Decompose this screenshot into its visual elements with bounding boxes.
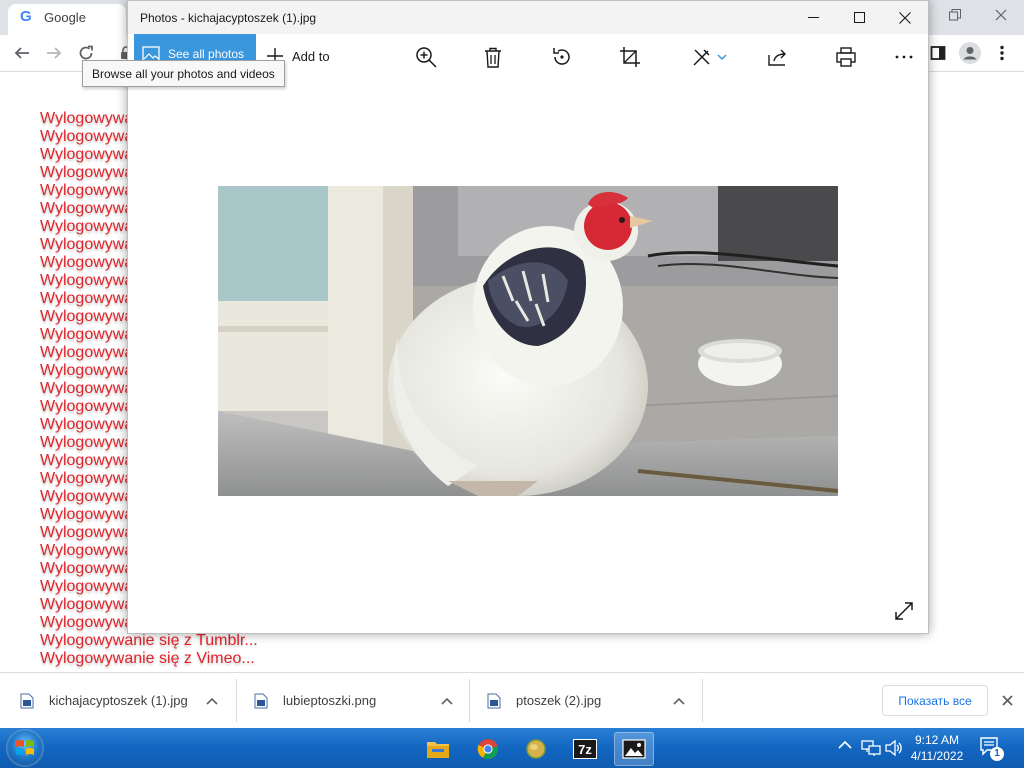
delete-button[interactable]: [475, 42, 511, 72]
chevron-up-icon: [206, 697, 218, 705]
reload-icon: [79, 45, 93, 60]
profile-icon: [959, 42, 981, 64]
network-icon: [861, 740, 881, 756]
rotate-button[interactable]: [544, 42, 580, 72]
logout-status-line: Wylogowywanie się z Vimeo...: [40, 650, 255, 667]
close-icon: [995, 9, 1007, 21]
profile-button[interactable]: [956, 39, 984, 67]
close-downloads-bar-button[interactable]: [995, 687, 1019, 713]
show-all-downloads-button[interactable]: Показать все: [882, 685, 988, 716]
photos-window-title: Photos - kichajacyptoszek (1).jpg: [140, 11, 317, 25]
download-item[interactable]: kichajacyptoszek (1).jpg: [20, 673, 188, 728]
windows-logo-icon: [16, 740, 34, 755]
windows-taskbar: 7z 1: [0, 728, 1024, 768]
maximize-icon: [853, 12, 865, 23]
photo-image[interactable]: [218, 186, 838, 496]
image-file-icon: [254, 693, 268, 708]
chrome-restore-button[interactable]: [932, 0, 978, 30]
download-options-button[interactable]: [665, 687, 693, 715]
google-favicon-icon: G: [20, 8, 32, 25]
delete-icon: [485, 47, 501, 68]
download-divider: [469, 679, 470, 722]
download-item[interactable]: ptoszek (2).jpg: [487, 673, 601, 728]
taskbar-chrome[interactable]: [468, 732, 508, 766]
chevron-up-icon: [673, 697, 685, 705]
forward-button[interactable]: [40, 39, 68, 67]
image-file-icon: [487, 693, 501, 708]
download-filename: kichajacyptoszek (1).jpg: [49, 693, 188, 708]
downloads-bar: kichajacyptoszek (1).jpg lubieptoszki.pn…: [0, 672, 1024, 728]
logout-status-line: Wylogowywanie się z Tumblr...: [40, 632, 258, 649]
download-divider: [236, 679, 237, 722]
download-options-button[interactable]: [198, 687, 226, 715]
download-filename: ptoszek (2).jpg: [516, 693, 602, 708]
forward-arrow-icon: [47, 47, 62, 59]
back-arrow-icon: [14, 47, 29, 59]
image-file-icon: [20, 693, 34, 708]
network-tray-button[interactable]: [861, 739, 881, 757]
chrome-close-button[interactable]: [978, 0, 1024, 30]
download-item[interactable]: lubieptoszki.png: [254, 673, 376, 728]
print-icon: [836, 47, 856, 67]
chrome-menu-button[interactable]: [988, 39, 1016, 67]
globe-app-icon: [526, 739, 546, 759]
chrome-tab-title: Google: [44, 10, 86, 25]
close-icon: [1001, 694, 1013, 706]
minimize-icon: [807, 17, 819, 18]
photos-window: Photos - kichajacyptoszek (1).jpg See al…: [127, 0, 929, 634]
taskbar-7zip[interactable]: 7z: [565, 732, 605, 766]
notification-count-badge: 1: [990, 747, 1004, 761]
zoom-button[interactable]: [408, 42, 444, 72]
start-button[interactable]: [6, 729, 44, 767]
download-filename: lubieptoszki.png: [283, 693, 377, 708]
chrome-icon: [477, 739, 498, 760]
print-button[interactable]: [828, 42, 864, 72]
sidebar-icon: [930, 46, 946, 60]
crop-button[interactable]: [612, 42, 648, 72]
rotate-icon: [553, 48, 570, 65]
close-icon: [899, 11, 911, 24]
speaker-icon: [885, 739, 902, 757]
see-all-photos-tooltip: Browse all your photos and videos: [82, 60, 285, 87]
restore-icon: [949, 9, 961, 21]
zoom-in-icon: [416, 47, 437, 68]
taskbar-globe-app[interactable]: [516, 732, 556, 766]
fullscreen-button[interactable]: [890, 597, 918, 625]
chevron-up-icon: [838, 740, 852, 749]
clock-time[interactable]: 9:12 AM: [907, 732, 967, 748]
volume-tray-button[interactable]: [884, 739, 904, 757]
file-explorer-icon: [427, 742, 449, 758]
photos-close-button[interactable]: [882, 1, 928, 34]
share-button[interactable]: [760, 42, 796, 72]
taskbar-file-explorer[interactable]: [418, 732, 458, 766]
edit-button[interactable]: [686, 42, 734, 72]
download-divider: [702, 679, 703, 722]
share-icon: [768, 49, 786, 66]
photos-minimize-button[interactable]: [790, 1, 836, 34]
chicken-photo: [218, 186, 838, 496]
action-center-button[interactable]: 1: [980, 737, 1008, 761]
clock-date[interactable]: 4/11/2022: [903, 748, 971, 764]
back-button[interactable]: [8, 39, 36, 67]
taskbar-photos[interactable]: [614, 732, 654, 766]
more-options-button[interactable]: [886, 42, 922, 72]
svg-text:7z: 7z: [578, 742, 592, 757]
photos-maximize-button[interactable]: [836, 1, 882, 34]
add-to-label: Add to: [292, 48, 330, 64]
expand-icon: [895, 602, 913, 620]
download-options-button[interactable]: [433, 687, 461, 715]
7zip-icon: 7z: [573, 739, 597, 759]
kebab-menu-icon: [1000, 45, 1004, 61]
more-icon: [895, 55, 913, 59]
chevron-up-icon: [441, 697, 453, 705]
photos-app-icon: [622, 739, 646, 759]
see-all-photos-label: See all photos: [168, 47, 245, 61]
edit-icon: [693, 49, 727, 66]
crop-icon: [620, 47, 640, 67]
show-hidden-icons-button[interactable]: [838, 740, 854, 756]
